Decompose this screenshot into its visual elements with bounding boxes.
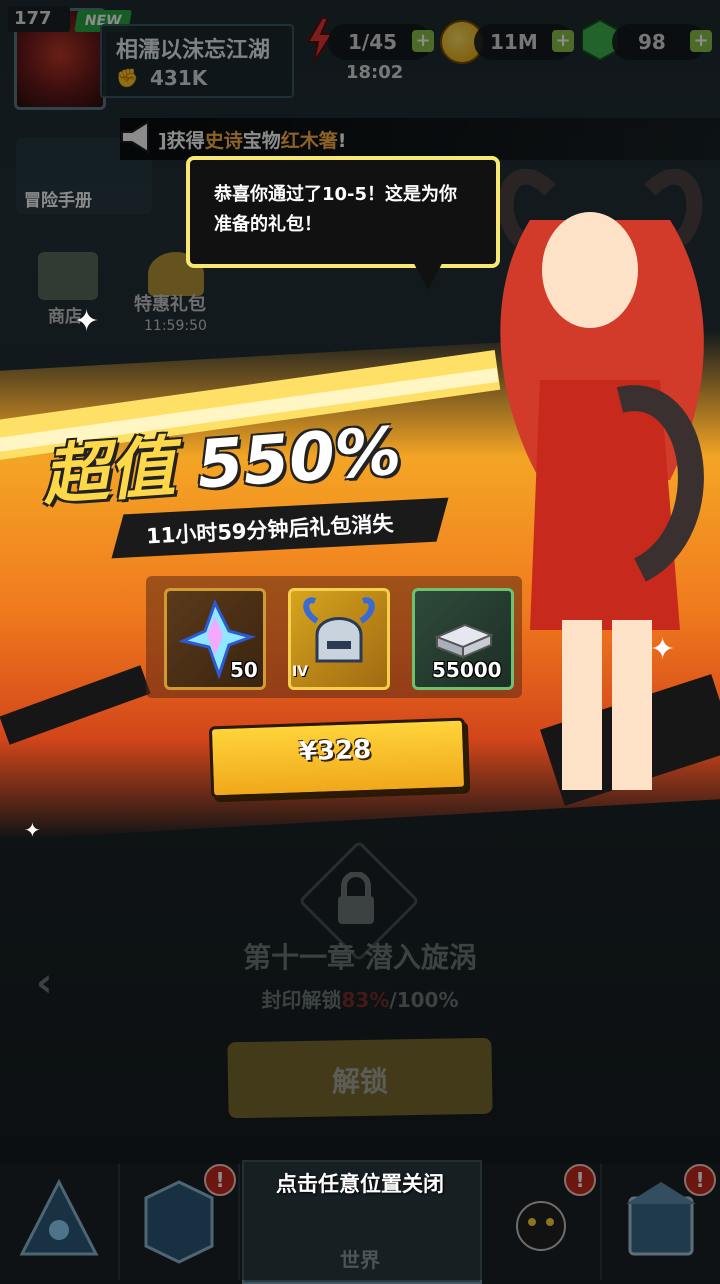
sparkle-icon: ✦ <box>24 818 41 842</box>
sparkle-icon: ✦ <box>650 632 676 667</box>
close-hint: 点击任意位置关闭 <box>276 1172 444 1196</box>
reward-qty-silver: 55000 <box>432 658 502 682</box>
sparkle-icon: ✦ <box>74 304 100 339</box>
value-percent: 550% <box>194 412 404 504</box>
reward-qty-crystal: 50 <box>230 658 258 682</box>
character-illustration <box>470 150 720 800</box>
reward-tier-helmet: IV <box>292 664 309 680</box>
speech-bubble-tail <box>410 256 446 290</box>
speech-text: 恭喜你通过了10-5！这是为你准备的礼包！ <box>214 184 458 235</box>
value-label: 超值 <box>40 428 178 515</box>
